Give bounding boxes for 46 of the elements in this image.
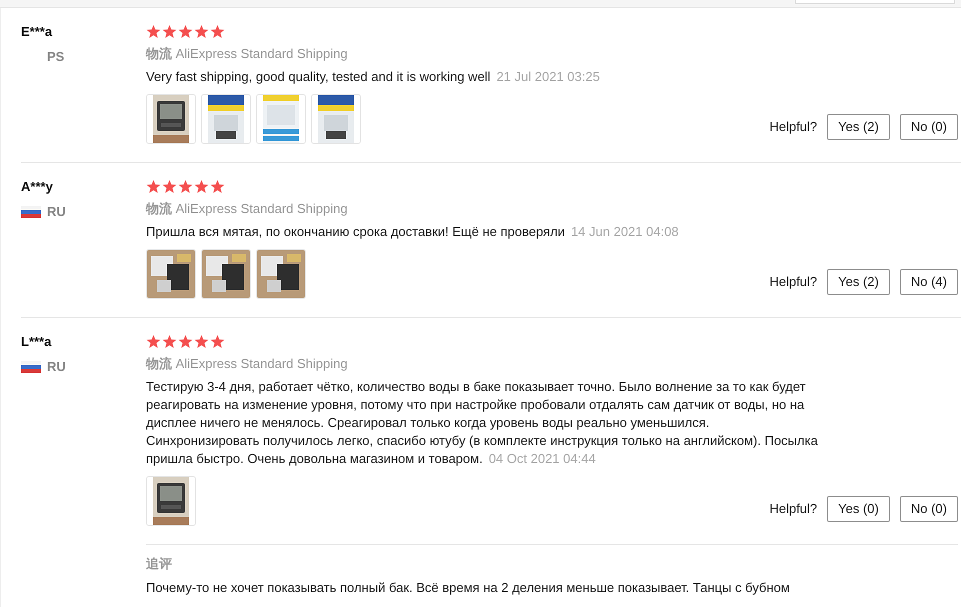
photo-thumbnail[interactable] bbox=[146, 476, 196, 526]
review-text: Very fast shipping, good quality, tested and it is working well 21 Jul 2021 03:25 bbox=[146, 68, 601, 86]
star-icon bbox=[178, 24, 193, 38]
photo-thumbnail[interactable] bbox=[201, 249, 251, 299]
shipping-info: 物流 AliExpress Standard Shipping bbox=[146, 355, 349, 373]
star-icon bbox=[210, 334, 225, 348]
follow-up-text: Почему-то не хочет показывать полный бак. Всё время на 2 деления меньше показывает. Танцы с бубном bbox=[146, 579, 791, 597]
star-icon bbox=[162, 24, 177, 38]
country-code: PS bbox=[47, 48, 64, 66]
no-button[interactable]: No (0) bbox=[900, 496, 958, 522]
helpful-label: Helpful? bbox=[769, 273, 818, 292]
no-button[interactable]: No (4) bbox=[900, 269, 958, 295]
helpful-label: Helpful? bbox=[769, 118, 818, 136]
yes-button[interactable]: Yes (2) bbox=[827, 114, 890, 140]
star-icon bbox=[146, 24, 161, 38]
photo-thumbnail[interactable] bbox=[201, 94, 251, 144]
country-code: RU bbox=[47, 203, 66, 221]
no-button[interactable]: No (0) bbox=[900, 114, 958, 140]
helpful-label: Helpful? bbox=[769, 500, 818, 518]
star-icon bbox=[162, 178, 177, 194]
user-name: L***a bbox=[21, 333, 52, 351]
shipping-info: 物流 AliExpress Standard Shipping bbox=[146, 200, 349, 218]
star-icon bbox=[146, 178, 161, 194]
review-text: Пришла вся мятая, по окончанию срока доставки! Ещё не проверяли 14 Jun 2021 04:08 bbox=[146, 223, 680, 241]
country-code: RU bbox=[47, 358, 66, 376]
star-icon bbox=[146, 334, 161, 348]
shipping-info: 物流 AliExpress Standard Shipping bbox=[146, 45, 349, 63]
user-name: A***y bbox=[21, 178, 54, 196]
star-icon bbox=[194, 24, 209, 38]
follow-up-label: 追评 bbox=[146, 555, 173, 573]
review-text: Тестирую 3-4 дня, работает чётко, количество воды в баке показывает точно. Было волнение за то как будет реагировать на изменение уровня, потому что при настройке пробовали отдалять сам датчик от воды, но на дисплее ничего не менялось. Среагировал только когда уровень воды реально уменьшился. Синхронизировать получилось легко, спасибо ютубу (в комплекте инструкция только на английском). Посылка пришла быстро. Очень довольна магазином и товаром. 04 Oct 2021 04:44 bbox=[146, 378, 819, 468]
yes-button[interactable]: Yes (0) bbox=[827, 496, 890, 522]
user-name: E***a bbox=[21, 23, 54, 41]
star-icon bbox=[210, 24, 225, 38]
star-icon bbox=[178, 334, 193, 348]
star-icon bbox=[210, 178, 225, 194]
yes-button[interactable]: Yes (2) bbox=[827, 269, 890, 295]
star-icon bbox=[194, 178, 209, 194]
photo-thumbnail[interactable] bbox=[256, 94, 306, 144]
photo-thumbnail[interactable] bbox=[256, 249, 306, 299]
star-icon bbox=[162, 334, 177, 348]
star-icon bbox=[178, 178, 193, 194]
photo-thumbnail[interactable] bbox=[146, 249, 196, 299]
photo-thumbnail[interactable] bbox=[146, 94, 196, 144]
photo-thumbnail[interactable] bbox=[311, 94, 361, 144]
star-icon bbox=[194, 334, 209, 348]
